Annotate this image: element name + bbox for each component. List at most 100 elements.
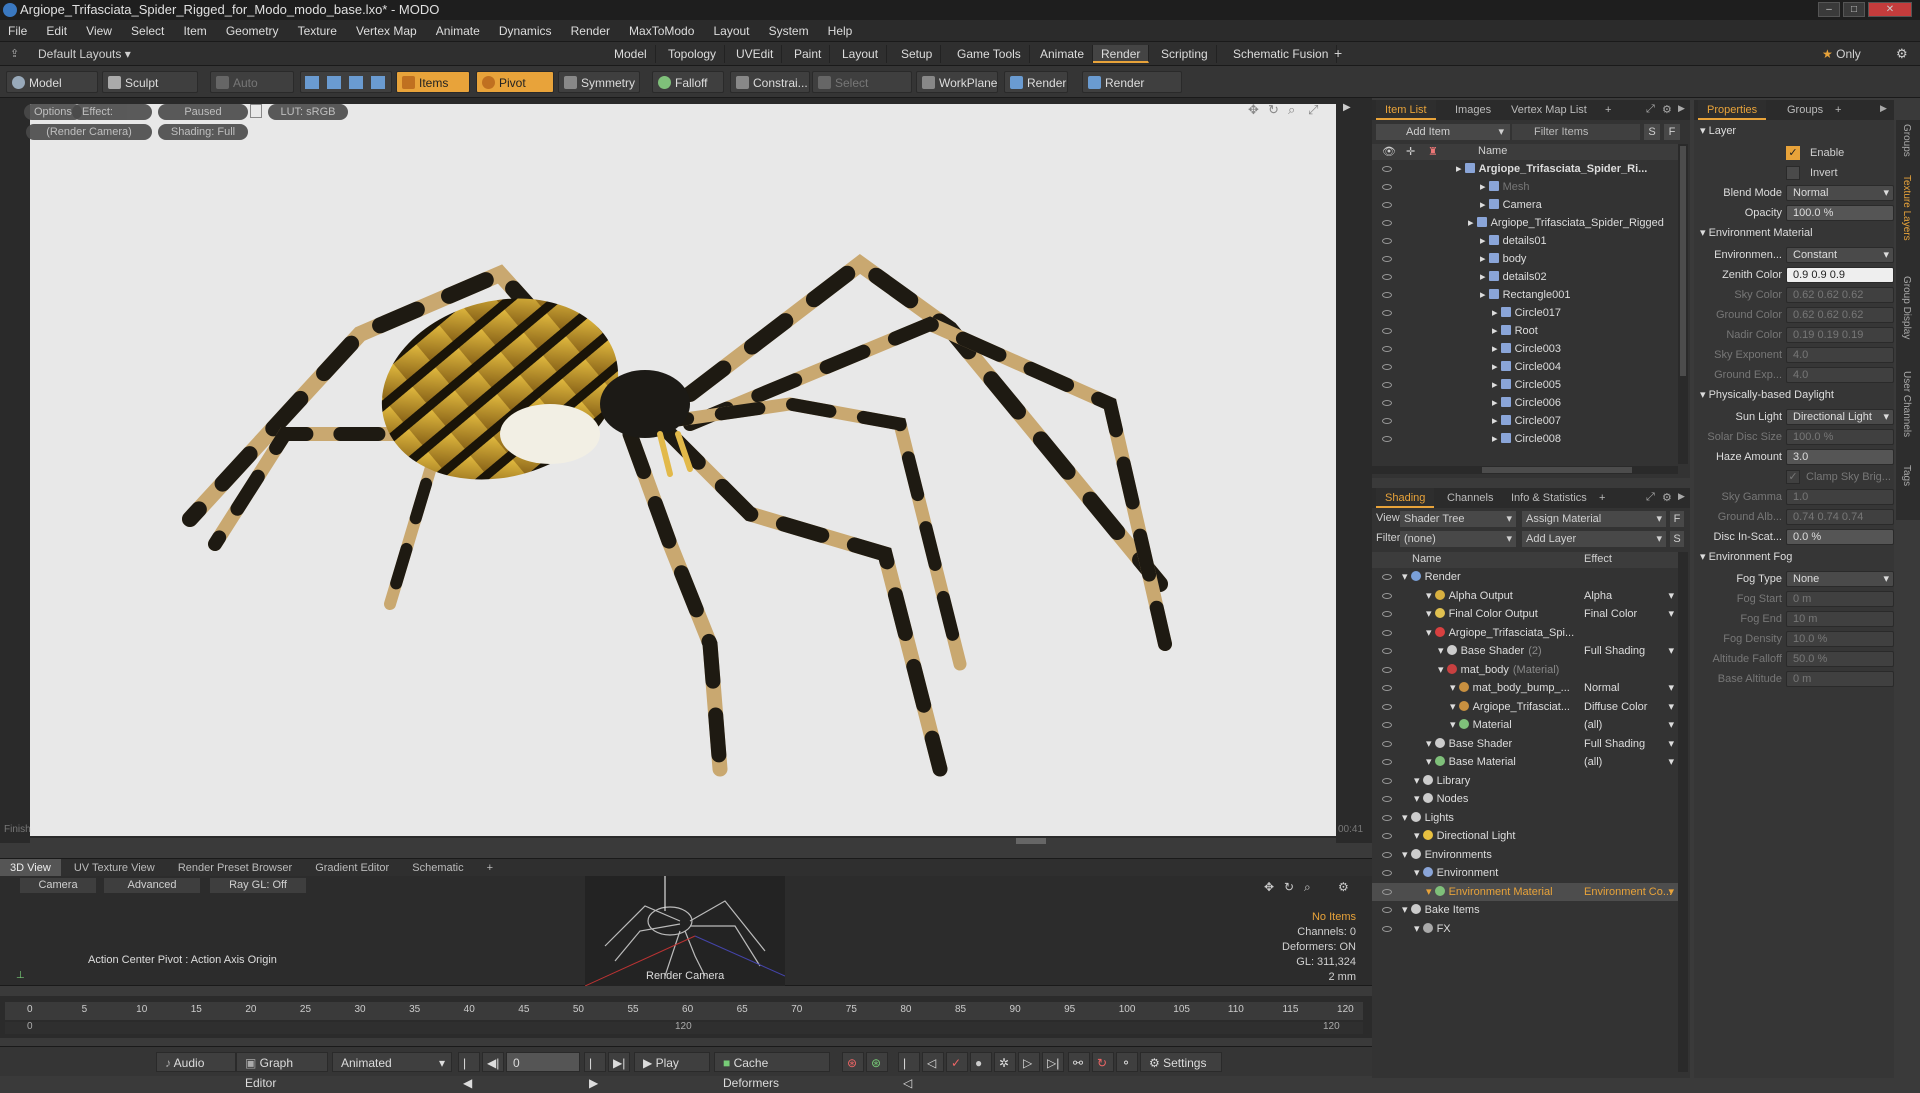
table-row[interactable]: ▾ Argiope_Trifasciata_Spi... <box>1372 624 1678 642</box>
tab-scripting[interactable]: Scripting <box>1153 45 1217 63</box>
table-row[interactable]: ▾ Base Material (all) ▾ <box>1372 753 1678 771</box>
symmetry-button[interactable]: Symmetry <box>558 71 640 93</box>
prev-keyframe-icon[interactable]: |◁ <box>898 1052 920 1090</box>
invert-checkbox[interactable] <box>1786 166 1800 180</box>
menu-item[interactable]: Item <box>175 20 214 42</box>
visibility-eye-icon[interactable] <box>1382 346 1392 352</box>
shader-effect-dropdown[interactable]: (all) ▾ <box>1584 753 1674 771</box>
panel-gear-icon[interactable]: ⚙ <box>1662 103 1672 116</box>
visibility-eye-icon[interactable] <box>1382 796 1392 802</box>
list-item[interactable]: ▸ Circle006 <box>1372 394 1678 412</box>
visibility-eye-icon[interactable] <box>1382 648 1392 654</box>
layout-arrow-icon[interactable]: ⇪ <box>10 47 19 60</box>
tab-images[interactable]: Images <box>1446 100 1500 120</box>
tab-game-tools[interactable]: Game Tools <box>949 45 1030 63</box>
add-shading-tab-icon[interactable]: + <box>1590 488 1614 508</box>
timeline[interactable]: 0 5 10 15 20 25 30 35 40 45 50 55 60 65 70 75 80 85 90 95 10… <box>0 996 1372 1038</box>
list-item[interactable]: ▸ details02 <box>1372 268 1678 286</box>
viewport-expand-arrow-icon[interactable]: ▶ <box>1343 102 1351 113</box>
visibility-eye-icon[interactable] <box>1382 925 1392 932</box>
next-keyframe-icon[interactable]: ▷| <box>1042 1052 1064 1072</box>
panel-maximize-icon[interactable]: ⤢ <box>1646 103 1655 116</box>
visibility-eye-icon[interactable] <box>1382 166 1392 172</box>
tab-topology[interactable]: Topology <box>660 45 726 63</box>
close-button[interactable]: ✕ <box>1868 2 1912 17</box>
items-mode-button[interactable]: Items <box>396 71 470 93</box>
render-camera-chip[interactable]: (Render Camera) <box>26 124 152 140</box>
settings-button[interactable]: ⚙ Settings <box>1140 1052 1222 1072</box>
list-item[interactable]: ▸ Argiope_Trifasciata_Spider_Rigged <box>1372 214 1678 232</box>
table-row[interactable]: ▾ Final Color Output Final Color ▾ <box>1372 605 1678 623</box>
layout-selector[interactable]: Default Layouts ▾ <box>38 47 131 61</box>
visibility-eye-icon[interactable] <box>1382 310 1392 316</box>
move-icon[interactable]: ✥ <box>1264 880 1274 894</box>
ground-albedo-field[interactable]: 0.74 0.74 0.74 <box>1786 509 1894 525</box>
visibility-eye-icon[interactable] <box>1382 703 1392 710</box>
viewport-scrollbar[interactable] <box>30 838 1336 844</box>
fog-density-field[interactable]: 10.0 % <box>1786 631 1894 647</box>
visibility-eye-icon[interactable] <box>1382 814 1392 821</box>
visibility-eye-icon[interactable] <box>1382 870 1392 876</box>
shading-chip[interactable]: Shading: Full <box>158 124 248 140</box>
environment-fog-section[interactable]: ▾ Environment Fog <box>1700 550 1792 563</box>
table-row[interactable]: ▾ Nodes <box>1372 790 1678 808</box>
vtab-item[interactable]: Texture Layers <box>1901 175 1912 241</box>
shading-maximize-icon[interactable]: ⤢ <box>1646 491 1655 504</box>
rotate-view-icon[interactable]: ↻ <box>1268 102 1279 118</box>
visibility-eye-icon[interactable] <box>1382 202 1392 208</box>
lower-3d-view[interactable]: Camera Advanced Ray GL: Off Render Camer… <box>0 876 1372 987</box>
tab-uv-texture-view[interactable]: UV Texture View <box>64 859 165 877</box>
tab-item-list[interactable]: Item List <box>1376 100 1436 120</box>
solar-disc-field[interactable]: 100.0 % <box>1786 429 1894 445</box>
audio-button[interactable]: ♪ Audio <box>156 1052 236 1072</box>
menu-system[interactable]: System <box>761 20 817 42</box>
haze-amount-field[interactable]: 3.0 <box>1786 449 1894 465</box>
vtab-item[interactable]: User Channels <box>1901 371 1912 437</box>
shader-effect-dropdown[interactable]: Environment Co... ▾ <box>1584 883 1674 901</box>
rotate-icon[interactable]: ↻ <box>1284 880 1294 894</box>
search-s-button[interactable]: S <box>1644 124 1660 140</box>
list-item[interactable]: ▸ Circle005 <box>1372 376 1678 394</box>
shader-effect-dropdown[interactable]: Alpha ▾ <box>1584 587 1674 605</box>
enable-checkbox[interactable]: ✓ <box>1786 146 1800 160</box>
visibility-eye-icon[interactable] <box>1382 328 1392 334</box>
vtab-item[interactable]: Groups <box>1901 124 1912 157</box>
render-preview-canvas[interactable] <box>30 104 1336 836</box>
base-altitude-field[interactable]: 0 m <box>1786 671 1894 687</box>
shader-effect-dropdown[interactable]: Normal ▾ <box>1584 679 1674 697</box>
add-item-dropdown[interactable]: Add Item ▾ <box>1376 124 1510 140</box>
timeline-ruler[interactable]: 0 5 10 15 20 25 30 35 40 45 50 55 60 65 70 75 80 85 90 95 10… <box>5 1002 1363 1020</box>
visibility-eye-icon[interactable] <box>1382 629 1392 636</box>
visibility-eye-icon[interactable] <box>1382 292 1392 298</box>
shading-f-button[interactable]: F <box>1670 511 1684 527</box>
sky-exponent-field[interactable]: 4.0 <box>1786 347 1894 363</box>
workplane-button[interactable]: WorkPlane <box>916 71 998 93</box>
menu-vertex-map[interactable]: Vertex Map <box>348 20 425 42</box>
snapshot-icon[interactable] <box>250 104 262 118</box>
fog-end-field[interactable]: 10 m <box>1786 611 1894 627</box>
add-properties-tab-icon[interactable]: + <box>1826 100 1850 120</box>
visibility-eye-icon[interactable] <box>1382 611 1392 617</box>
visibility-eye-icon[interactable] <box>1382 256 1392 262</box>
zoom-icon[interactable]: ⌕ <box>1304 880 1311 895</box>
model-button[interactable]: Model <box>6 71 98 93</box>
menu-help[interactable]: Help <box>820 20 861 42</box>
materials-mode-icon[interactable] <box>371 76 385 89</box>
tab-gradient-editor[interactable]: Gradient Editor <box>305 859 399 877</box>
list-item[interactable]: ▸ Circle017 <box>1372 304 1678 322</box>
link-icon[interactable]: ⚯ <box>1068 1052 1090 1072</box>
shading-arrow-icon[interactable]: ▶ <box>1678 491 1685 502</box>
maximize-view-icon[interactable]: ⤢ <box>1308 102 1318 118</box>
add-tab-icon[interactable]: + <box>1334 45 1342 61</box>
edges-mode-icon[interactable] <box>327 76 341 89</box>
clamp-sky-checkbox[interactable]: ✓ <box>1786 470 1800 484</box>
sky-color-field[interactable]: 0.62 0.62 0.62 <box>1786 287 1894 303</box>
menu-render[interactable]: Render <box>563 20 618 42</box>
pivot-mode-button[interactable]: Pivot <box>476 71 554 93</box>
table-row[interactable]: ▾ mat_body (Material) <box>1372 661 1678 679</box>
visibility-eye-icon[interactable] <box>1382 592 1392 599</box>
tab-vertex-map-list[interactable]: Vertex Map List <box>1502 100 1596 120</box>
list-item[interactable]: ▸ Camera <box>1372 196 1678 214</box>
list-item[interactable]: ▸ Root <box>1372 322 1678 340</box>
loop-icon[interactable]: ↻ <box>1092 1052 1114 1072</box>
